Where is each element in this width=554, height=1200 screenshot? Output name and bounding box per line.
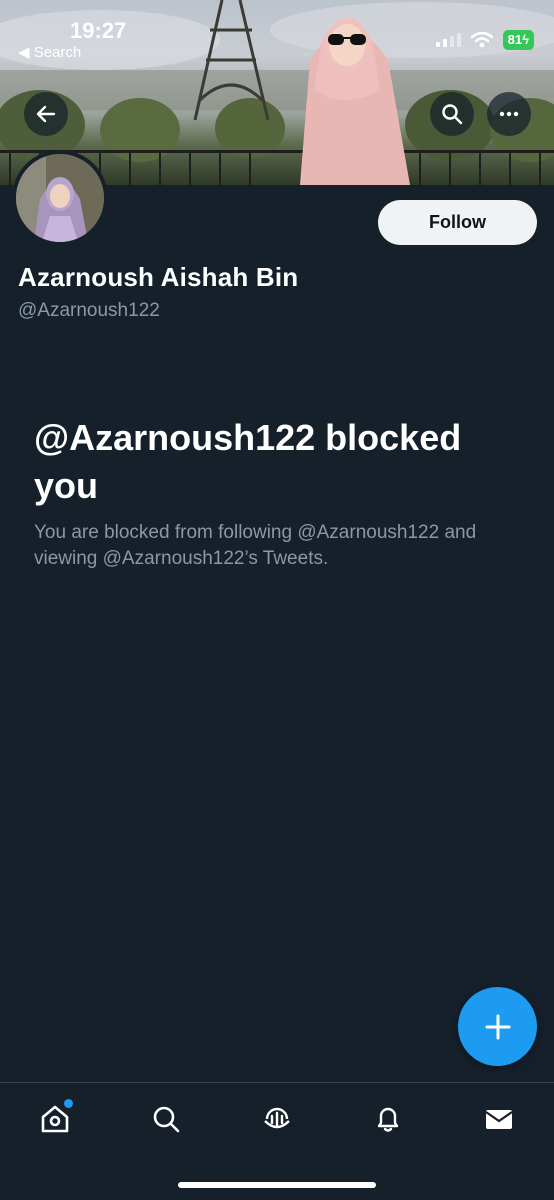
follow-button[interactable]: Follow — [378, 200, 537, 245]
battery-indicator: 81ϟ — [502, 30, 534, 50]
charging-bolt-icon: ϟ — [522, 32, 529, 47]
search-icon — [442, 104, 463, 125]
plus-icon — [485, 1014, 510, 1039]
back-button[interactable] — [24, 92, 68, 136]
blocked-title: @Azarnoush122 blocked you — [34, 417, 462, 506]
blocked-description: You are blocked from following @Azarnous… — [34, 522, 477, 569]
more-options-button[interactable] — [487, 92, 531, 136]
home-indicator[interactable] — [178, 1182, 376, 1188]
avatar[interactable] — [12, 150, 108, 246]
wifi-icon — [470, 32, 493, 48]
nav-messages[interactable] — [477, 1097, 521, 1141]
status-time: 19:27 — [70, 18, 127, 43]
display-name: Azarnoush Aishah Bin — [18, 262, 299, 292]
search-icon — [153, 1106, 180, 1133]
cellular-signal-icon — [435, 33, 461, 47]
notification-dot — [64, 1099, 73, 1108]
compose-tweet-button[interactable] — [458, 987, 537, 1066]
user-handle: @Azarnoush122 — [18, 300, 160, 321]
more-horizontal-icon — [499, 111, 519, 117]
nav-spaces[interactable] — [255, 1097, 299, 1141]
nav-home[interactable] — [33, 1097, 77, 1141]
arrow-left-icon — [36, 105, 56, 123]
status-back-to-search[interactable]: ◀ Search — [18, 43, 81, 61]
nav-search[interactable] — [144, 1097, 188, 1141]
nav-notifications[interactable] — [366, 1097, 410, 1141]
status-icons: 81ϟ — [435, 30, 534, 50]
spaces-icon — [264, 1107, 290, 1129]
battery-level: 81 — [507, 32, 523, 47]
avatar-image — [16, 154, 104, 242]
messages-icon — [485, 1110, 513, 1129]
search-profile-button[interactable] — [430, 92, 474, 136]
notifications-icon — [377, 1107, 399, 1132]
